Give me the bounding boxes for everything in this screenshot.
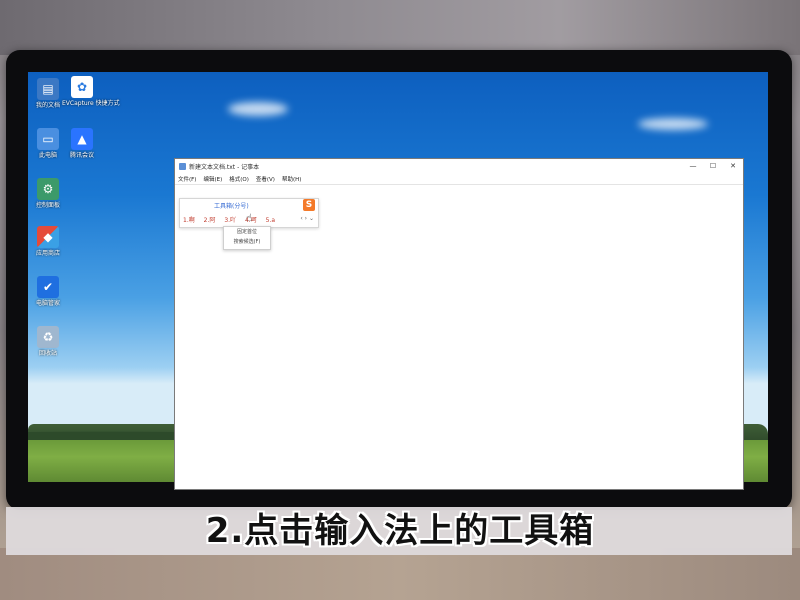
cloud	[638, 118, 708, 130]
computer-icon: ▭	[37, 128, 59, 150]
notepad-window[interactable]: 新建文本文档.txt - 记事本 — ☐ ✕ 文件(F) 编辑(E) 格式(O)…	[174, 158, 744, 490]
ime-toolbox-button[interactable]: 工具箱(分号)	[214, 201, 249, 210]
desktop-icon-recycle-bin[interactable]: ♻ 回收站	[28, 326, 68, 357]
notepad-icon	[179, 162, 186, 170]
desktop-icon-tencent-meeting[interactable]: ▲ 腾讯会议	[62, 128, 102, 159]
ime-candidates: 1.啊 2.阿 3.吖 4.呵 5.a	[183, 215, 282, 224]
pc-manager-icon: ✔	[37, 276, 59, 298]
ime-popup-menu: 固定首位 搜索候选(F)	[223, 226, 271, 250]
ime-candidate[interactable]: 2.阿	[204, 217, 216, 224]
ime-candidate[interactable]: 3.吖	[224, 217, 236, 224]
evcapture-icon: ✿	[71, 76, 93, 98]
title-bar[interactable]: 新建文本文档.txt - 记事本 — ☐ ✕	[175, 159, 743, 173]
hand-cursor-icon: ☝	[246, 213, 253, 224]
menu-bar: 文件(F) 编辑(E) 格式(O) 查看(V) 帮助(H)	[175, 173, 743, 185]
minimize-button[interactable]: —	[683, 162, 703, 170]
desktop-icon-label: 电脑管家	[35, 300, 60, 307]
sogou-logo-icon[interactable]: S	[303, 199, 315, 211]
app-store-icon: ◆	[37, 226, 59, 248]
menu-format[interactable]: 格式(O)	[229, 175, 249, 183]
control-panel-icon: ⚙	[37, 178, 59, 200]
desktop-icon-label: 应用商店	[35, 250, 60, 257]
desktop-icon-app-store[interactable]: ◆ 应用商店	[28, 226, 68, 257]
text-area[interactable]: a 工具箱(分号) S 1.啊 2.阿 3.吖 4.呵 5.a ‹ › ⌄ ☝ …	[175, 185, 743, 489]
desktop-icon-label: 控制面板	[35, 202, 60, 209]
popup-item-search[interactable]: 搜索候选(F)	[224, 237, 270, 247]
ime-candidate[interactable]: 1.啊	[183, 217, 195, 224]
popup-item-pin-first[interactable]: 固定首位	[224, 227, 270, 237]
menu-file[interactable]: 文件(F)	[178, 175, 196, 183]
background-bottom	[0, 548, 800, 600]
desktop-icon-pc-manager[interactable]: ✔ 电脑管家	[28, 276, 68, 307]
ime-candidate-bar: 工具箱(分号) S 1.啊 2.阿 3.吖 4.呵 5.a ‹ › ⌄ ☝	[179, 198, 319, 228]
maximize-button[interactable]: ☐	[703, 162, 723, 170]
desktop-icon-control-panel[interactable]: ⚙ 控制面板	[28, 178, 68, 209]
menu-help[interactable]: 帮助(H)	[282, 175, 301, 183]
cloud	[228, 102, 288, 116]
desktop-icon-label: EVCapture 快捷方式	[62, 100, 120, 107]
menu-view[interactable]: 查看(V)	[256, 175, 275, 183]
instruction-caption: 2.点击输入法上的工具箱	[205, 511, 595, 551]
menu-edit[interactable]: 编辑(E)	[203, 175, 222, 183]
desktop-icon-label: 回收站	[38, 350, 57, 357]
desktop-icon-label: 腾讯会议	[69, 152, 94, 159]
desktop-icon-evcapture[interactable]: ✿ EVCapture 快捷方式	[62, 76, 120, 107]
tencent-meeting-icon: ▲	[71, 128, 93, 150]
recycle-bin-icon: ♻	[37, 326, 59, 348]
ime-page-arrows[interactable]: ‹ › ⌄	[300, 215, 314, 222]
document-icon: ▤	[37, 78, 59, 100]
window-title: 新建文本文档.txt - 记事本	[189, 163, 260, 171]
background-top	[0, 0, 800, 55]
ime-candidate[interactable]: 5.a	[266, 217, 275, 224]
close-button[interactable]: ✕	[723, 162, 743, 170]
